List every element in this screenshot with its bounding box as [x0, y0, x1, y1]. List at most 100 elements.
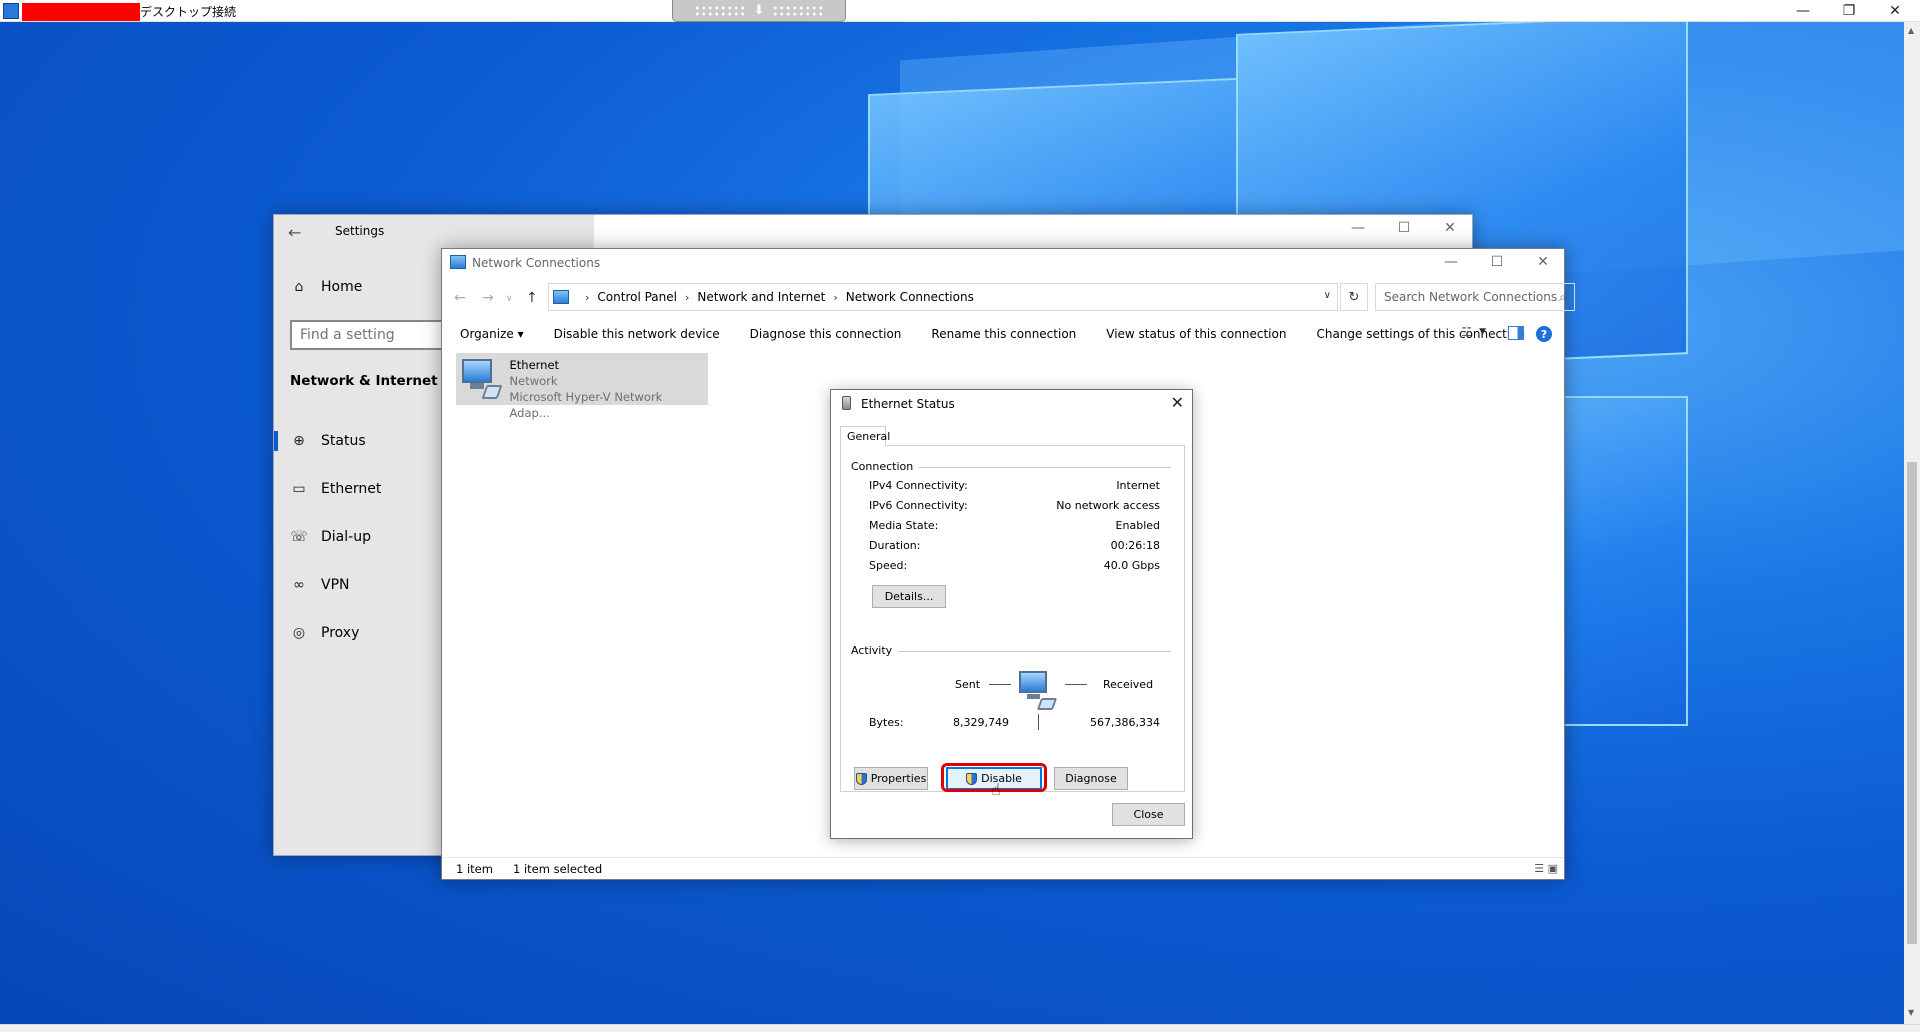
chevron-right-icon: ›	[833, 290, 838, 304]
ethernet-status-dialog: Ethernet Status ✕ General Connection IPv…	[830, 389, 1193, 839]
globe-status-icon: ⊕	[293, 433, 305, 449]
ipv6-value: No network access	[1056, 499, 1160, 512]
nc-titlebar: Network Connections — ☐ ✕	[442, 249, 1564, 277]
pin-down-icon[interactable]: ⬇	[754, 4, 765, 17]
diagnose-button[interactable]: Diagnose	[1054, 767, 1128, 790]
breadcrumb-item[interactable]: Network Connections	[846, 290, 974, 304]
item-network: Network	[509, 374, 558, 388]
up-arrow-icon[interactable]: ↑	[526, 290, 538, 306]
preview-pane-icon[interactable]	[1508, 326, 1524, 340]
address-bar[interactable]: › Control Panel › Network and Internet ›…	[548, 283, 1338, 311]
settings-home-link[interactable]: ⌂ Home	[290, 279, 363, 295]
back-arrow-icon[interactable]: ←	[454, 290, 466, 306]
vpn-icon: ∞	[293, 577, 305, 593]
item-adapter: Microsoft Hyper-V Network Adap...	[509, 390, 663, 420]
dialup-icon: ☏	[290, 529, 308, 545]
chevron-down-icon[interactable]: ▼	[1479, 327, 1486, 337]
media-state-value: Enabled	[1115, 519, 1160, 532]
ipv4-value: Internet	[1116, 479, 1160, 492]
ipv4-label: IPv4 Connectivity:	[869, 479, 968, 492]
forward-arrow-icon[interactable]: →	[482, 290, 494, 306]
speed-value: 40.0 Gbps	[1103, 559, 1160, 572]
item-name: Ethernet	[509, 358, 560, 372]
list-item-text: Ethernet Network Microsoft Hyper-V Netwo…	[509, 357, 704, 420]
sidebar-item-label: Status	[321, 433, 366, 449]
mouse-cursor-icon: ☝	[991, 780, 1001, 799]
close-button[interactable]: Close	[1112, 803, 1185, 826]
item-count: 1 item	[456, 861, 493, 876]
chevron-down-icon[interactable]: ∨	[1324, 290, 1331, 301]
close-icon[interactable]: ✕	[1171, 393, 1184, 412]
search-input[interactable]: Search Network Connections ⌕	[1375, 283, 1575, 311]
scroll-down-icon[interactable]: ▼	[1908, 1008, 1914, 1017]
nc-status-bar: 1 item 1 item selected ☰ ▣	[442, 857, 1564, 879]
dialog-title: Ethernet Status	[861, 397, 955, 411]
duration-value: 00:26:18	[1110, 539, 1160, 552]
sent-label: Sent	[955, 678, 981, 691]
settings-close-button[interactable]: ✕	[1440, 220, 1460, 236]
help-icon[interactable]: ?	[1536, 326, 1552, 342]
rdp-minimize-button[interactable]: —	[1780, 0, 1826, 22]
recent-dropdown-icon[interactable]: ∨	[506, 294, 513, 304]
network-status-icon	[842, 396, 851, 410]
home-icon: ⌂	[294, 279, 304, 295]
redacted-host-name	[22, 3, 140, 21]
control-panel-icon	[553, 290, 569, 304]
rdp-close-button[interactable]: ✕	[1872, 0, 1918, 22]
received-label: Received	[1103, 678, 1154, 691]
organize-menu[interactable]: Organize ▾	[460, 327, 524, 341]
vertical-scrollbar[interactable]: ▲ ▼	[1904, 22, 1920, 1024]
bytes-sent-value: 8,329,749	[953, 716, 1009, 729]
nc-command-bar: Organize ▾ Disable this network device D…	[442, 319, 1564, 349]
network-adapter-icon	[460, 357, 503, 401]
nc-window-title: Network Connections	[472, 256, 601, 270]
refresh-icon[interactable]: ↻	[1340, 283, 1368, 311]
properties-button[interactable]: Properties	[854, 767, 928, 790]
settings-title: Settings	[335, 224, 385, 238]
speed-label: Speed:	[869, 559, 908, 572]
arrow-left-icon[interactable]: ←	[288, 223, 301, 242]
horizontal-scrollbar[interactable]	[0, 1024, 1920, 1032]
sidebar-item-label: VPN	[321, 577, 350, 593]
network-connections-icon	[450, 255, 466, 269]
chevron-right-icon: ›	[585, 290, 590, 304]
divider	[851, 651, 1171, 652]
change-view-icon[interactable]: ☷	[1461, 325, 1472, 339]
nc-maximize-button[interactable]: ☐	[1487, 254, 1507, 270]
rdp-connection-bar[interactable]: ⬇	[672, 0, 846, 22]
breadcrumb-item[interactable]: Network and Internet	[697, 290, 825, 304]
list-item-ethernet[interactable]: Ethernet Network Microsoft Hyper-V Netwo…	[456, 353, 708, 420]
disable-device-button[interactable]: Disable this network device	[554, 327, 720, 341]
details-view-icon[interactable]: ☰ ▣	[1534, 862, 1558, 875]
settings-minimize-button[interactable]: —	[1348, 220, 1368, 236]
uac-shield-icon	[855, 772, 867, 785]
nc-close-button[interactable]: ✕	[1533, 254, 1553, 270]
rdp-restore-button[interactable]: ❐	[1826, 0, 1872, 22]
sidebar-item-label: Ethernet	[321, 481, 382, 497]
sent-line	[989, 684, 1011, 685]
nc-minimize-button[interactable]: —	[1441, 254, 1461, 270]
media-state-label: Media State:	[869, 519, 939, 532]
duration-label: Duration:	[869, 539, 921, 552]
rename-connection-button[interactable]: Rename this connection	[931, 327, 1076, 341]
grip-dots-icon	[772, 4, 825, 17]
bytes-label: Bytes:	[869, 716, 904, 729]
search-icon: ⌕	[1559, 290, 1566, 304]
remote-desktop-icon	[3, 3, 19, 19]
scroll-up-icon[interactable]: ▲	[1908, 26, 1914, 35]
bytes-received-value: 567,386,334	[1090, 716, 1160, 729]
rdp-titlebar: デスクトップ接続 ⬇ — ❐ ✕	[0, 0, 1920, 22]
activity-group-label: Activity	[851, 644, 899, 657]
scrollbar-thumb[interactable]	[1907, 462, 1917, 944]
nc-address-row: ← → ∨ ↑ › Control Panel › Network and In…	[442, 283, 1575, 313]
activity-network-icon	[1019, 671, 1059, 713]
breadcrumb-item[interactable]: Control Panel	[597, 290, 677, 304]
tab-general[interactable]: General	[840, 426, 890, 446]
view-status-button[interactable]: View status of this connection	[1106, 327, 1286, 341]
diagnose-connection-button[interactable]: Diagnose this connection	[750, 327, 902, 341]
change-settings-button[interactable]: Change settings of this connection	[1316, 327, 1525, 341]
rdp-window-title: デスクトップ接続	[140, 5, 237, 19]
details-button[interactable]: Details...	[872, 585, 946, 608]
settings-maximize-button[interactable]: ☐	[1394, 220, 1414, 236]
received-line	[1065, 684, 1087, 685]
